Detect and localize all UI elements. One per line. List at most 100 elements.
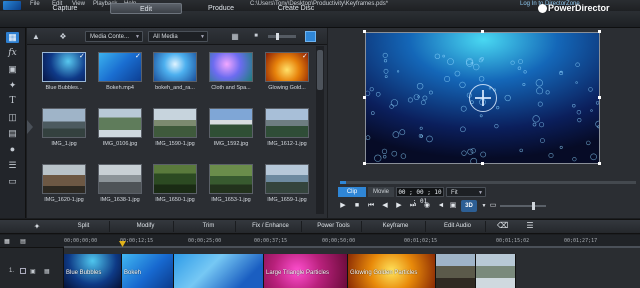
- clip-mode-tab[interactable]: Clip: [338, 187, 366, 197]
- timeline-clip[interactable]: [174, 254, 264, 288]
- thumbnail-size-slider[interactable]: [268, 35, 296, 38]
- tab-produce[interactable]: Produce: [186, 3, 256, 14]
- magic-tools-icon[interactable]: ✦: [30, 221, 44, 232]
- tab-capture[interactable]: Capture: [30, 3, 100, 14]
- tab-edit[interactable]: Edit: [110, 3, 182, 14]
- import-media-icon[interactable]: ▲: [30, 31, 42, 42]
- details-view-toggle-icon[interactable]: [305, 31, 316, 42]
- media-thumbnail-label: IMG_0106.jpg: [102, 141, 138, 147]
- 3d-mode-button[interactable]: 3D: [461, 200, 477, 212]
- resize-handle[interactable]: [598, 162, 601, 165]
- particle-room-icon[interactable]: ✦: [6, 80, 19, 91]
- trim-button[interactable]: Trim: [182, 221, 236, 232]
- ruler-time-label: 00;00;00;00: [64, 238, 98, 244]
- storyboard-view-icon[interactable]: ▤: [18, 237, 28, 247]
- media-thumbnail[interactable]: [209, 52, 253, 82]
- track-enable-checkbox[interactable]: [20, 268, 26, 274]
- media-thumbnail[interactable]: [153, 164, 197, 194]
- resize-handle[interactable]: [363, 96, 366, 99]
- media-thumbnail[interactable]: [98, 108, 142, 138]
- brand-logo: PowerDirector: [548, 3, 610, 13]
- effects-room-icon[interactable]: fx: [6, 48, 19, 59]
- stop-icon[interactable]: ■: [352, 201, 362, 211]
- chapter-room-icon[interactable]: ☰: [6, 160, 19, 171]
- grid-view-icon[interactable]: ▦: [229, 31, 241, 42]
- cyberlink-logo-icon: [538, 4, 547, 13]
- plugin-icon[interactable]: ❖: [57, 31, 69, 42]
- rewind-icon[interactable]: ◀: [380, 201, 390, 211]
- resize-handle[interactable]: [363, 162, 366, 165]
- volume-slider-handle[interactable]: [532, 202, 535, 210]
- ruler-time-label: 00;01;02;15: [404, 238, 438, 244]
- timeline-view-icon[interactable]: ▦: [2, 237, 12, 247]
- content-filter-dropdown[interactable]: Media Conte... ▼: [85, 31, 143, 42]
- modify-button[interactable]: Modify: [118, 221, 174, 232]
- clip-label: Bokeh: [124, 270, 142, 276]
- track-lock-icon[interactable]: ▣: [30, 268, 36, 275]
- chevron-down-icon: ▼: [135, 34, 140, 40]
- title-room-icon[interactable]: T: [6, 96, 19, 107]
- power-tools-button[interactable]: Power Tools: [306, 221, 362, 232]
- zoom-fit-value: Fit: [451, 190, 458, 196]
- clip-label: Blue Bubbles: [66, 270, 102, 276]
- fix-enhance-button[interactable]: Fix / Enhance: [240, 221, 302, 232]
- timeline-clip[interactable]: Bokeh: [122, 254, 174, 288]
- thumbnail-size-small-icon[interactable]: ■: [250, 31, 262, 42]
- media-thumbnail[interactable]: [42, 164, 86, 194]
- media-thumbnail-label: IMG_1659-1.jpg: [267, 197, 307, 203]
- movie-mode-tab[interactable]: Movie: [368, 187, 394, 197]
- more-features-icon[interactable]: ☰: [525, 221, 535, 231]
- subtitle-room-icon[interactable]: ▭: [6, 176, 19, 187]
- media-type-dropdown[interactable]: All Media ▼: [148, 31, 208, 42]
- volume-icon[interactable]: ◄: [436, 201, 446, 211]
- resize-handle[interactable]: [363, 30, 366, 33]
- media-thumbnail[interactable]: [42, 108, 86, 138]
- preview-seek-progress: [340, 181, 346, 184]
- snapshot-camera-icon[interactable]: ◉: [422, 201, 432, 211]
- fast-forward-icon[interactable]: ▶: [394, 201, 404, 211]
- timeline-clip[interactable]: Glowing Golden Particles: [348, 254, 436, 288]
- external-display-icon[interactable]: ▣: [448, 201, 458, 211]
- voice-over-icon[interactable]: ●: [6, 144, 19, 155]
- pip-objects-icon[interactable]: ▣: [6, 64, 19, 75]
- timecode-display[interactable]: 00 ; 00 ; 10 ; 01: [396, 187, 444, 205]
- preview-seek-bar[interactable]: [340, 181, 636, 184]
- resize-handle[interactable]: [481, 30, 484, 33]
- media-room-icon[interactable]: ▦: [6, 32, 19, 43]
- media-thumbnail[interactable]: [265, 108, 309, 138]
- timeline-clip[interactable]: [476, 254, 516, 288]
- media-thumbnail[interactable]: [209, 164, 253, 194]
- media-thumbnail-label: IMG_1.jpg: [51, 141, 77, 147]
- timeline-clip[interactable]: Large Triangle Particles: [264, 254, 348, 288]
- split-button[interactable]: Split: [58, 221, 110, 232]
- media-thumbnail-label: IMG_1653-1.jpg: [211, 197, 251, 203]
- keyframe-button[interactable]: Keyframe: [366, 221, 426, 232]
- volume-slider[interactable]: [500, 205, 546, 207]
- transition-room-icon[interactable]: ◫: [6, 112, 19, 123]
- previous-frame-icon[interactable]: ⏮: [366, 201, 376, 211]
- next-frame-icon[interactable]: ⏭: [408, 201, 418, 211]
- audio-mixing-icon[interactable]: ▤: [6, 128, 19, 139]
- media-thumbnail-label: Cloth and Spa...: [211, 85, 251, 91]
- clip-label: Large Triangle Particles: [266, 270, 330, 276]
- media-thumbnail[interactable]: [209, 108, 253, 138]
- timeline-clip[interactable]: Blue Bubbles: [64, 254, 122, 288]
- resize-handle[interactable]: [598, 96, 601, 99]
- tab-create-disc[interactable]: Create Disc: [260, 3, 332, 14]
- resize-handle[interactable]: [598, 30, 601, 33]
- clip-label: Glowing Golden Particles: [350, 270, 418, 276]
- media-thumbnail[interactable]: [265, 164, 309, 194]
- timeline-clip[interactable]: [436, 254, 476, 288]
- media-thumbnail[interactable]: [98, 164, 142, 194]
- delete-trash-icon[interactable]: ⌫: [497, 221, 508, 231]
- thumbnail-size-slider-handle[interactable]: [276, 33, 279, 40]
- media-thumbnail[interactable]: [153, 52, 197, 82]
- undock-preview-icon[interactable]: ▭: [488, 201, 498, 211]
- library-scrollbar-thumb[interactable]: [317, 50, 323, 90]
- resize-handle[interactable]: [481, 162, 484, 165]
- media-thumbnail[interactable]: [153, 108, 197, 138]
- play-icon[interactable]: ▶: [338, 201, 348, 211]
- video-track-icon: ▦: [44, 269, 50, 275]
- edit-audio-button[interactable]: Edit Audio: [430, 221, 486, 232]
- zoom-fit-dropdown[interactable]: Fit ▼: [446, 187, 486, 197]
